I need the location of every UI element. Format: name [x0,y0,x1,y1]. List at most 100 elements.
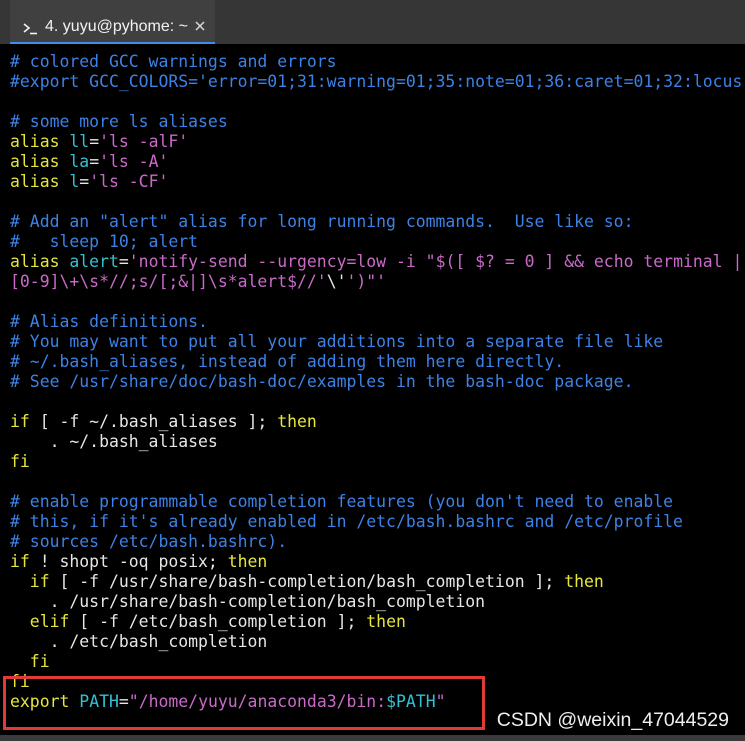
plain-token: . ~/.bash_aliases [10,432,218,451]
code-line: elif [ -f /etc/bash_completion ]; then [10,612,745,632]
plain-token: [ -f /etc/bash_completion ]; [69,612,367,631]
code-line: # colored GCC warnings and errors [10,52,745,72]
code-line: if [ -f /usr/share/bash-completion/bash_… [10,572,745,592]
keyword-token: then [366,612,406,631]
keyword-token: alias [10,172,60,191]
keyword-token: then [227,552,268,571]
code-line: . /etc/bash_completion [10,632,745,652]
code-line: #export GCC_COLORS='error=01;31:warning=… [10,72,745,92]
comment-token: # some more ls aliases [10,112,228,131]
plain-token: [ -f /usr/share/bash-completion/bash_com… [49,572,565,591]
keyword-token: alias [10,132,60,151]
string-token: 'ls -A' [99,152,169,171]
identifier-token: alert [69,252,119,271]
keyword-token: fi [29,652,50,671]
code-line: . /usr/share/bash-completion/bash_comple… [10,592,745,612]
plain-token: = [118,252,129,271]
comment-token: # enable programmable completion feature… [10,492,674,511]
plain-token: = [118,692,129,711]
string-token: 'notify-send --urgency=low -i "$([ $? = … [128,252,743,271]
session-tab[interactable]: 4. yuyu@pyhome: ~ [10,0,215,44]
keyword-token: then [277,412,317,431]
comment-token: # colored GCC warnings and errors [10,52,337,71]
code-line: # sleep 10; alert [10,232,745,252]
code-line: # You may want to put all your additions… [10,332,745,352]
identifier-token: $PATH [386,692,436,711]
identifier-token: PATH [79,692,119,711]
keyword-token: then [564,572,604,591]
plain-token: . /usr/share/bash-completion/bash_comple… [10,592,486,611]
string-token: 'ls -alF' [99,132,189,151]
code-line: alias alert='notify-send --urgency=low -… [10,252,745,272]
terminal-content: # colored GCC warnings and errors #export… [0,44,745,712]
keyword-token: elif [29,612,70,631]
code-line: # some more ls aliases [10,112,745,132]
keyword-token: if [10,412,30,431]
code-line: # ~/.bash_aliases, instead of adding the… [10,352,745,372]
code-line: . ~/.bash_aliases [10,432,745,452]
code-line: alias la='ls -A' [10,152,745,172]
keyword-token: export [10,692,70,711]
plain-token: = [79,172,90,191]
comment-token: # Alias definitions. [10,312,208,331]
comment-token: # this, if it's already enabled in /etc/… [10,512,683,531]
comment-token: # See /usr/share/doc/bash-doc/examples i… [10,372,634,391]
string-token: " [435,692,446,711]
keyword-token: alias [10,252,60,271]
keyword-token: fi [10,452,30,471]
plain-token: \' [326,272,347,291]
keyword-token: fi [10,672,30,691]
window-bottom-border [0,735,745,741]
plain-token: [ -f ~/.bash_aliases ]; [29,412,278,431]
code-line: alias l='ls -CF' [10,172,745,192]
code-line: # Add an "alert" alias for long running … [10,212,745,232]
comment-token: # sources /etc/bash.bashrc). [10,532,288,551]
tab-title: 4. yuyu@pyhome: ~ [45,18,188,35]
code-line: if ! shopt -oq posix; then [10,552,745,572]
plain-token: = [89,152,100,171]
keyword-token: if [29,572,50,591]
close-icon[interactable] [195,16,205,31]
code-line: # enable programmable completion feature… [10,492,745,512]
keyword-token: if [10,552,30,571]
plain-token: = [89,132,100,151]
tab-bar: 4. yuyu@pyhome: ~ [0,0,745,44]
code-line: # sources /etc/bash.bashrc). [10,532,745,552]
code-line: # this, if it's already enabled in /etc/… [10,512,745,532]
identifier-token: la [69,152,90,171]
code-line: fi [10,452,745,472]
code-line: if [ -f ~/.bash_aliases ]; then [10,412,745,432]
code-line: alias ll='ls -alF' [10,132,745,152]
comment-token: # You may want to put all your additions… [10,332,664,351]
identifier-token: ll [69,132,90,151]
keyword-token: alias [10,152,60,171]
watermark: CSDN @weixin_47044529 [496,709,729,731]
plain-token: ! shopt -oq posix; [29,552,228,571]
string-token: 'ls -CF' [89,172,169,191]
code-line: # See /usr/share/doc/bash-doc/examples i… [10,372,745,392]
code-line: # Alias definitions. [10,312,745,332]
identifier-token: l [69,172,80,191]
string-token: "/home/yuyu/anaconda3/bin: [128,692,387,711]
plain-token: . /etc/bash_completion [10,632,268,651]
terminal-icon [22,20,38,35]
string-token: ')"' [346,272,387,291]
comment-token: # ~/.bash_aliases, instead of adding the… [10,352,565,371]
comment-token: # sleep 10; alert [10,232,199,251]
code-line: fi [10,652,745,672]
string-token: [0-9]\+\s*//;s/[;&|]\s*alert$//' [10,272,327,291]
terminal-viewport[interactable]: # colored GCC warnings and errors #export… [0,44,745,735]
